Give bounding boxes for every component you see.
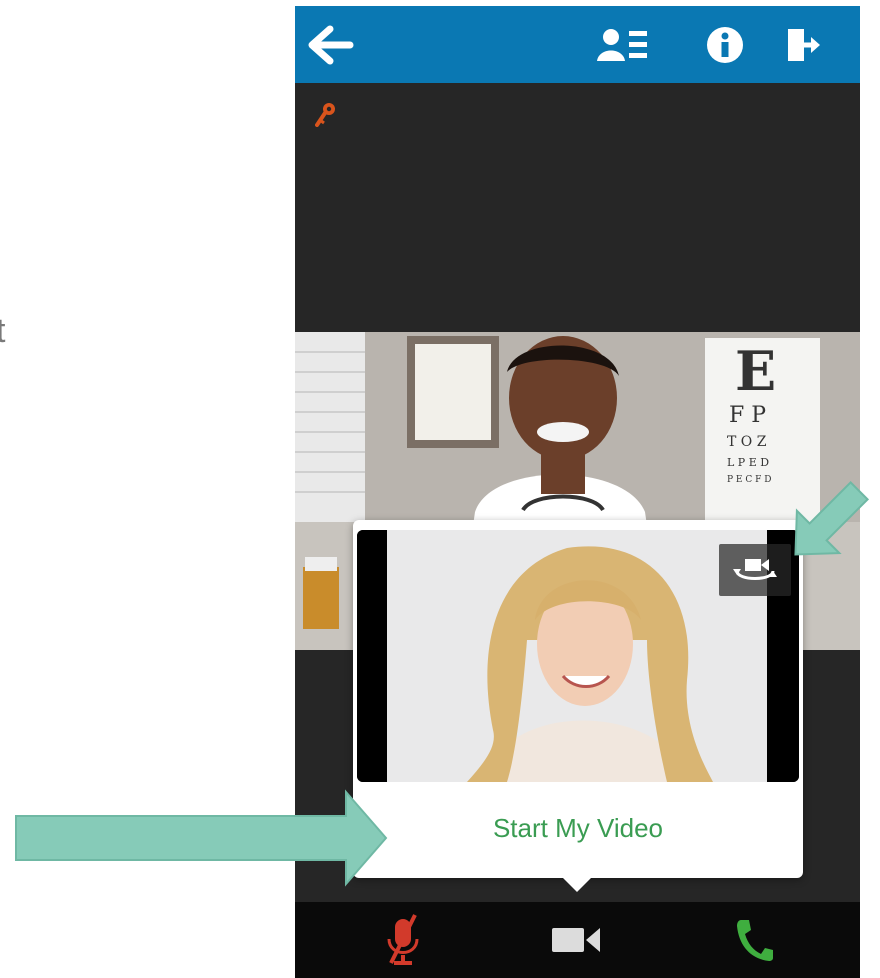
video-camera-icon (552, 928, 600, 952)
popup-pointer (563, 878, 591, 892)
call-controls-bar (295, 902, 860, 978)
svg-text:T O Z: T O Z (727, 434, 767, 450)
call-button[interactable] (725, 902, 785, 978)
info-icon (707, 26, 743, 63)
svg-text:E: E (735, 339, 776, 403)
switch-camera-icon (733, 559, 777, 580)
header-bar (295, 6, 860, 83)
camera-toggle-button[interactable] (545, 902, 609, 978)
info-button[interactable] (699, 6, 751, 83)
exit-door-icon (788, 28, 820, 61)
microphone-muted-icon (387, 914, 419, 965)
start-my-video-button[interactable]: Start My Video (353, 806, 803, 850)
svg-text:L P E D: L P E D (727, 456, 769, 469)
exit-button[interactable] (777, 6, 829, 83)
participants-list-icon (597, 28, 647, 61)
mute-microphone-button[interactable] (373, 902, 433, 978)
arrow-left-icon (308, 25, 354, 64)
cropped-text: t (0, 312, 6, 350)
phone-icon (737, 920, 773, 961)
participants-button[interactable] (591, 6, 655, 83)
self-video-popup: Start My Video (353, 520, 803, 878)
svg-text:F P: F P (729, 403, 766, 428)
back-button[interactable] (303, 6, 359, 83)
key-icon (315, 103, 335, 127)
callout-arrow-start-video (15, 789, 388, 887)
callout-arrow-switch-camera (794, 480, 870, 556)
self-video-preview (357, 530, 799, 782)
svg-text:P E C F D: P E C F D (727, 475, 771, 485)
